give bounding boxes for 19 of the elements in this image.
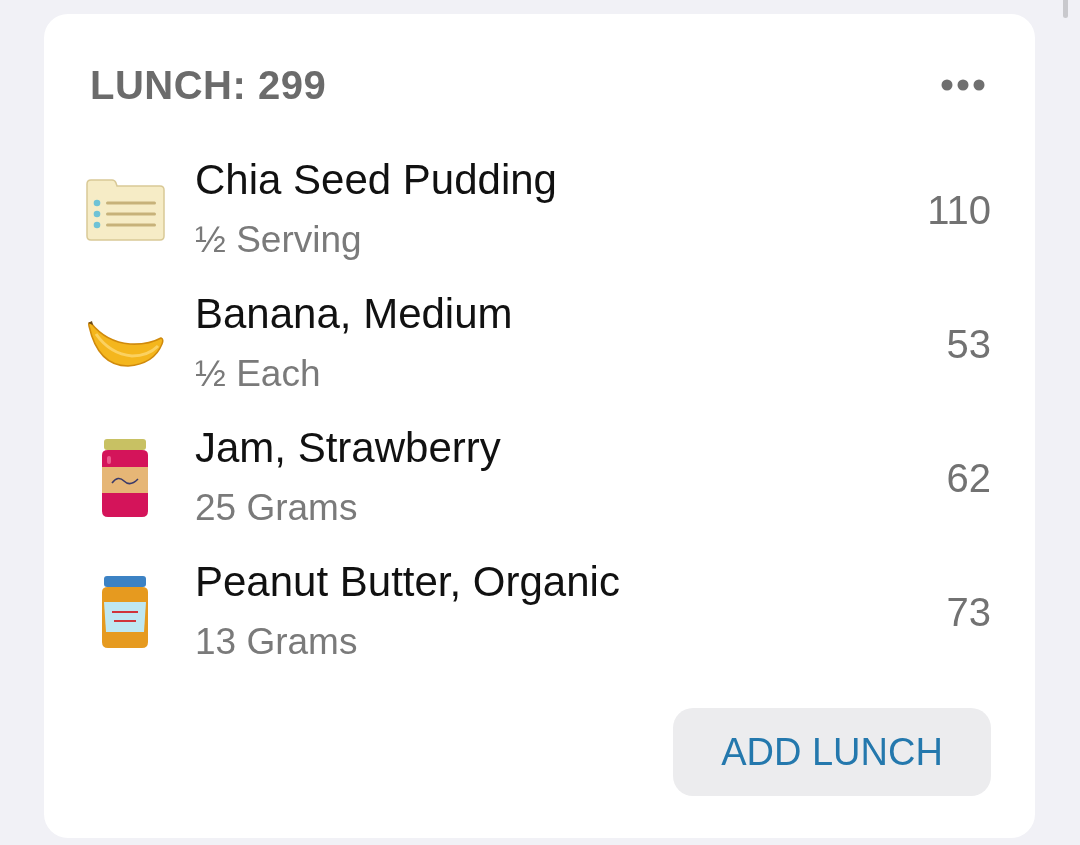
food-amount: 13 Grams (195, 620, 359, 664)
banana-icon (86, 320, 164, 368)
document-list-icon (84, 178, 166, 242)
food-calories: 73 (946, 589, 991, 636)
jar-icon (100, 576, 150, 648)
food-name: Banana, Medium (195, 289, 514, 339)
food-calories: 110 (927, 187, 991, 234)
food-amount: ½ Each (195, 352, 322, 396)
food-name: Jam, Strawberry (195, 423, 502, 473)
meal-title: LUNCH: 299 (90, 63, 327, 107)
more-icon[interactable] (941, 79, 985, 91)
food-calories: 53 (946, 321, 991, 368)
add-lunch-button[interactable]: ADD LUNCH (673, 708, 991, 796)
food-calories: 62 (946, 455, 991, 502)
food-name: Peanut Butter, Organic (195, 557, 621, 607)
food-name: Chia Seed Pudding (195, 155, 558, 205)
food-amount: 25 Grams (195, 486, 359, 530)
scrollbar (1063, 0, 1068, 18)
food-amount: ½ Serving (195, 218, 363, 262)
